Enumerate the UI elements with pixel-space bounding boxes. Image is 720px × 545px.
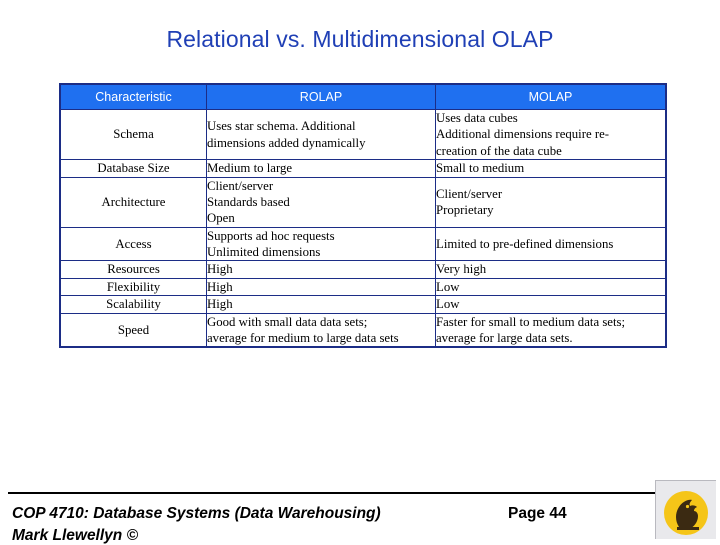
row-molap-value: Faster for small to medium data sets; av…	[435, 312, 667, 348]
table-body: Schema Uses star schema. Additional dime…	[59, 108, 667, 348]
text-line: Uses star schema. Additional	[207, 119, 356, 134]
row-characteristic: Database Size	[59, 159, 207, 178]
table-row: Resources High Very high	[59, 260, 667, 279]
row-characteristic: Resources	[59, 260, 207, 279]
row-molap-value: Very high	[435, 260, 667, 279]
row-rolap-value: High	[206, 295, 436, 314]
row-molap-value: Low	[435, 277, 667, 297]
text-line: dimensions added dynamically	[207, 135, 366, 150]
table-row: Database Size Medium to large Small to m…	[59, 159, 667, 178]
text-line: Additional dimensions require re-	[436, 127, 610, 142]
table-header-row: Characteristic ROLAP MOLAP	[59, 83, 667, 110]
row-molap-value: Limited to pre-defined dimensions	[435, 226, 667, 262]
row-rolap-value: Uses star schema. Additional dimensions …	[206, 108, 436, 161]
text-line: creation of the data cube	[436, 143, 562, 158]
table-row: Access Supports ad hoc requests Unlimite…	[59, 226, 667, 262]
row-rolap-value: High	[206, 277, 436, 297]
text-line: Supports ad hoc requests	[207, 228, 335, 243]
knight-logo-icon	[664, 491, 708, 535]
slide: Relational vs. Multidimensional OLAP Cha…	[0, 0, 720, 544]
text-line: Client/server	[436, 186, 503, 201]
column-header-molap: MOLAP	[435, 83, 667, 110]
row-molap-value: Low	[435, 295, 667, 314]
row-rolap-value: High	[206, 260, 436, 279]
text-line: Uses data cubes	[436, 111, 518, 125]
text-line: High	[207, 262, 233, 277]
text-line: Open	[207, 211, 235, 226]
table-row: Schema Uses star schema. Additional dime…	[59, 108, 667, 161]
row-rolap-value: Client/server Standards based Open	[206, 176, 436, 228]
table-row: Flexibility High Low	[59, 277, 667, 297]
text-line: Very high	[436, 262, 487, 277]
table-row: Speed Good with small data data sets; av…	[59, 312, 667, 348]
table-row: Architecture Client/server Standards bas…	[59, 176, 667, 228]
footer-divider	[8, 492, 712, 494]
text-line: High	[207, 279, 233, 294]
text-line: average for medium to large data sets	[207, 330, 399, 345]
text-line: Proprietary	[436, 203, 494, 218]
text-line: Faster for small to medium data sets;	[436, 314, 626, 329]
footer-page-number: Page 44	[508, 505, 567, 522]
text-line: Small to medium	[436, 161, 525, 176]
text-line: Standards based	[207, 194, 290, 209]
text-line: High	[207, 297, 233, 312]
ucf-logo	[655, 480, 716, 539]
text-line: Unlimited dimensions	[207, 245, 321, 259]
comparison-table-wrapper: Characteristic ROLAP MOLAP Schema Uses s…	[59, 83, 667, 349]
text-line: Low	[436, 279, 460, 294]
comparison-table: Characteristic ROLAP MOLAP Schema Uses s…	[59, 83, 667, 349]
table-header: Characteristic ROLAP MOLAP	[59, 83, 667, 110]
row-rolap-value: Supports ad hoc requests Unlimited dimen…	[206, 226, 436, 262]
text-line: Client/server	[207, 178, 274, 193]
row-characteristic: Speed	[59, 312, 207, 348]
page-title: Relational vs. Multidimensional OLAP	[166, 26, 554, 52]
table-row: Scalability High Low	[59, 295, 667, 314]
footer-course-label: COP 4710: Database Systems (Data Warehou…	[12, 505, 381, 522]
text-line: Low	[436, 297, 460, 312]
row-characteristic: Flexibility	[59, 277, 207, 297]
row-characteristic: Architecture	[59, 176, 207, 228]
text-line: Limited to pre-defined dimensions	[436, 236, 614, 251]
text-line: Medium to large	[207, 161, 293, 176]
row-rolap-value: Good with small data data sets; average …	[206, 312, 436, 348]
row-molap-value: Uses data cubes Additional dimensions re…	[435, 108, 667, 161]
text-line: average for large data sets.	[436, 330, 573, 345]
row-molap-value: Client/server Proprietary	[435, 176, 667, 228]
row-characteristic: Scalability	[59, 295, 207, 314]
row-molap-value: Small to medium	[435, 159, 667, 178]
column-header-rolap: ROLAP	[206, 83, 436, 110]
row-characteristic: Schema	[59, 108, 207, 161]
row-rolap-value: Medium to large	[206, 159, 436, 178]
text-line: Good with small data data sets;	[207, 314, 368, 329]
row-characteristic: Access	[59, 226, 207, 262]
column-header-characteristic: Characteristic	[59, 83, 207, 110]
footer-author-label: Mark Llewellyn ©	[12, 527, 138, 544]
